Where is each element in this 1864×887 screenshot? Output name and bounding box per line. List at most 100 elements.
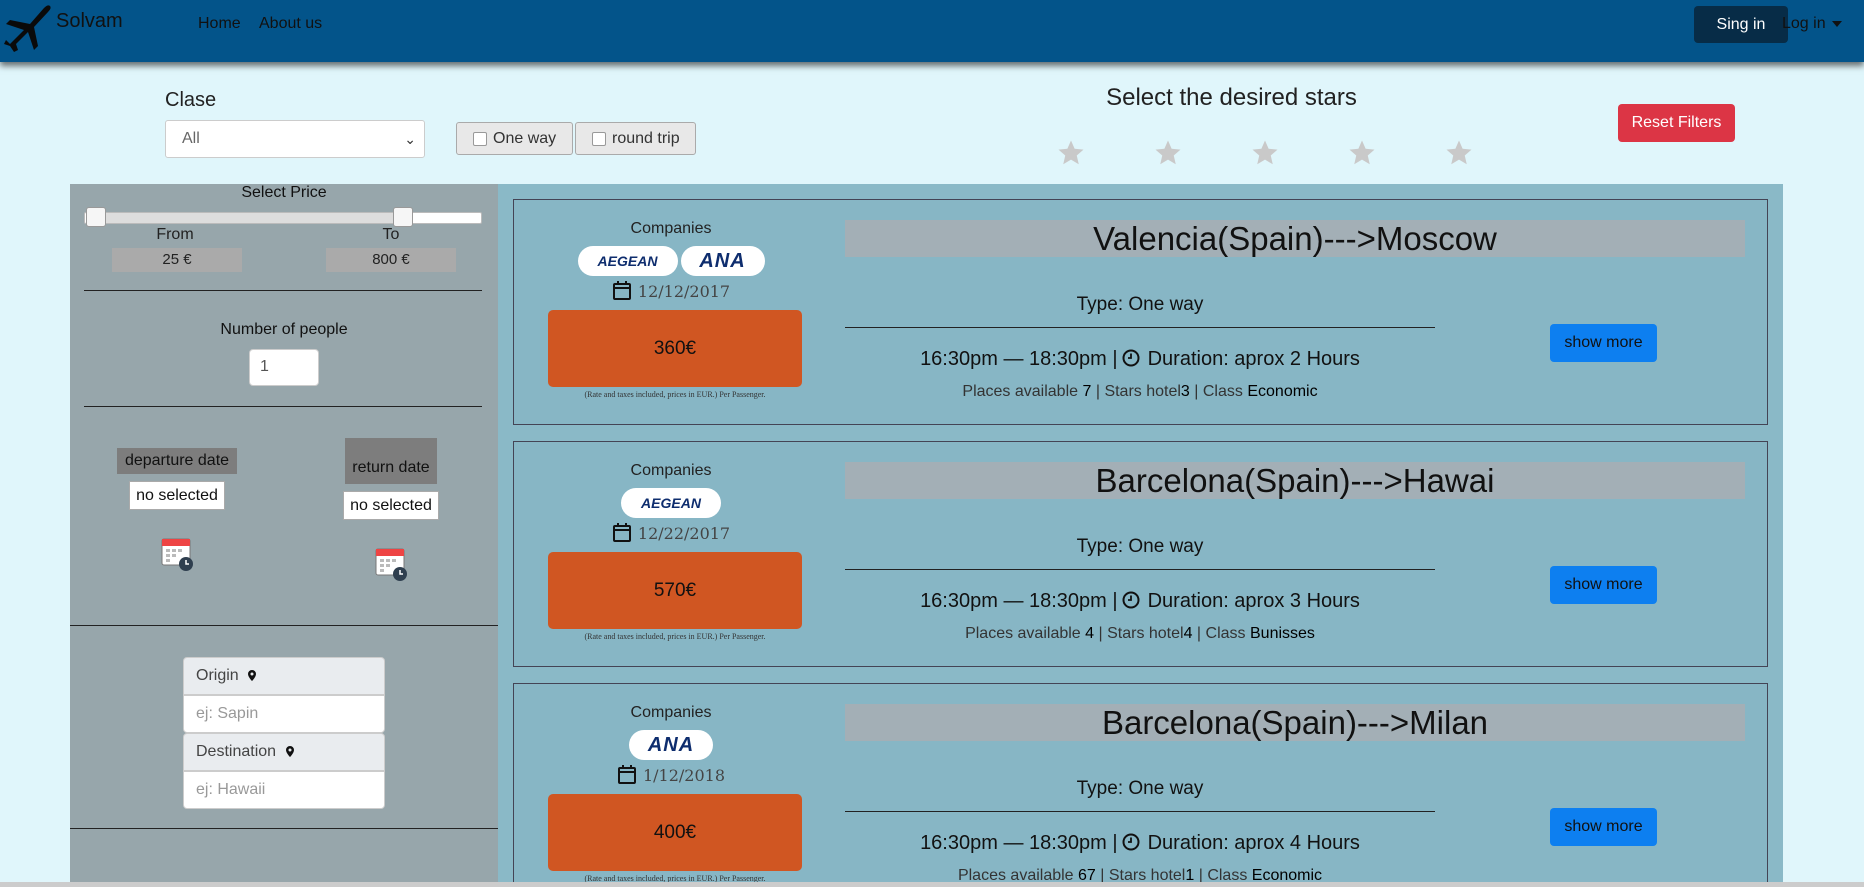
one-way-toggle[interactable]: One way <box>456 122 573 155</box>
reset-filters-button[interactable]: Reset Filters <box>1618 104 1735 142</box>
origin-label-text: Origin <box>196 667 239 684</box>
stars-label: Stars hotel <box>1107 625 1184 642</box>
places-value: 4 <box>1085 625 1095 642</box>
map-pin-icon <box>285 746 294 757</box>
divider <box>70 625 498 626</box>
chevron-down-icon <box>1831 20 1842 27</box>
clock-icon <box>1122 833 1140 851</box>
stars-value: 4 <box>1183 625 1193 642</box>
horizontal-scrollbar[interactable] <box>0 882 1864 887</box>
calendar-clock-icon[interactable] <box>160 534 196 572</box>
price-button[interactable]: 570€ <box>548 552 802 629</box>
people-label: Number of people <box>220 321 348 338</box>
flight-date: 12/22/2017 <box>548 522 794 543</box>
round-trip-checkbox[interactable] <box>592 131 606 146</box>
airplane-logo-icon[interactable] <box>2 0 62 52</box>
brand-name[interactable]: Solvam <box>56 10 123 33</box>
flight-card: Companies AEGEAN ANA 12/12/2017 360€ (Ra… <box>513 199 1768 425</box>
companies-label: Companies <box>630 462 712 479</box>
price-to-label: To <box>382 226 400 243</box>
stars-label: Stars hotel <box>1104 383 1181 400</box>
class-label: Class <box>1205 625 1246 642</box>
chevron-down-icon: ⌄ <box>404 131 416 147</box>
stars-title: Select the desired stars <box>1106 84 1357 111</box>
ana-logo-text: ANA <box>699 249 746 272</box>
clase-select[interactable]: All ⌄ <box>165 120 425 158</box>
ana-logo: ANA <box>629 730 713 760</box>
divider <box>84 290 482 291</box>
price-slider-range <box>97 213 407 223</box>
aegean-logo-text: AEGEAN <box>597 253 658 269</box>
flight-date-text: 12/12/2017 <box>637 282 731 301</box>
company-logos: AEGEAN ANA <box>548 246 794 276</box>
destination-label: Destination <box>183 733 385 771</box>
price-from-value: 25 € <box>112 248 242 272</box>
flight-card: Companies AEGEAN 12/22/2017 570€ (Rate a… <box>513 441 1768 667</box>
destination-input[interactable]: ej: Hawaii <box>183 771 385 809</box>
navbar: Solvam Home About us Sing in Log in <box>0 0 1864 62</box>
price-button[interactable]: 360€ <box>548 310 802 387</box>
nav-link-about[interactable]: About us <box>259 15 322 33</box>
nav-link-home[interactable]: Home <box>198 15 241 33</box>
star-icon[interactable] <box>1153 138 1183 168</box>
login-dropdown[interactable]: Log in <box>1782 15 1842 33</box>
duration: Duration: aprox 3 Hours <box>1147 590 1360 612</box>
star-icon[interactable] <box>1347 138 1377 168</box>
company-logos: ANA <box>548 730 794 760</box>
company-logos: AEGEAN <box>548 488 794 518</box>
price-to-value: 800 € <box>326 248 456 272</box>
clock-icon <box>1122 591 1140 609</box>
round-trip-toggle[interactable]: round trip <box>575 122 696 155</box>
show-more-button[interactable]: show more <box>1550 808 1657 846</box>
origin-input[interactable]: ej: Sapin <box>183 695 385 733</box>
flight-date-text: 1/12/2018 <box>642 766 726 785</box>
price-button[interactable]: 400€ <box>548 794 802 871</box>
aegean-logo: AEGEAN <box>621 488 721 518</box>
one-way-checkbox[interactable] <box>473 131 487 146</box>
flight-results: Companies AEGEAN ANA 12/12/2017 360€ (Ra… <box>498 184 1783 887</box>
round-trip-label: round trip <box>612 129 680 147</box>
calendar-clock-icon[interactable] <box>374 544 410 582</box>
clase-select-value: All <box>182 130 200 147</box>
flight-type: Type: One way <box>1076 536 1204 557</box>
price-slider-max-handle[interactable] <box>393 207 413 227</box>
star-icon[interactable] <box>1444 138 1474 168</box>
flight-times: 16:30pm — 18:30pm | Duration: aprox 3 Hou… <box>845 590 1435 613</box>
rate-note: (Rate and taxes included, prices in EUR.… <box>584 632 766 641</box>
aegean-logo: AEGEAN <box>577 246 678 276</box>
duration: Duration: aprox 2 Hours <box>1147 348 1360 370</box>
people-input[interactable]: 1 <box>249 349 319 386</box>
companies-label: Companies <box>630 704 712 721</box>
places-value: 7 <box>1082 383 1092 400</box>
ana-logo: ANA <box>680 246 765 276</box>
route-title: Barcelona(Spain)--->Hawai <box>845 462 1745 499</box>
origin-label: Origin <box>183 657 385 695</box>
flight-type: Type: One way <box>1076 294 1204 315</box>
price-slider-min-handle[interactable] <box>86 207 106 227</box>
flight-card: Companies ANA 1/12/2018 400€ (Rate and t… <box>513 683 1768 887</box>
price-from-label: From <box>156 226 194 243</box>
flight-times: 16:30pm — 18:30pm | Duration: aprox 2 Hou… <box>845 348 1435 371</box>
route-title: Valencia(Spain)--->Moscow <box>845 220 1745 257</box>
show-more-button[interactable]: show more <box>1550 566 1657 604</box>
price-slider[interactable] <box>84 212 482 224</box>
departure-date-label: departure date <box>117 448 237 474</box>
divider <box>845 327 1435 328</box>
departure-date-value[interactable]: no selected <box>129 481 225 510</box>
show-more-button[interactable]: show more <box>1550 324 1657 362</box>
divider <box>84 406 482 407</box>
login-label: Log in <box>1782 15 1826 32</box>
star-icon[interactable] <box>1056 138 1086 168</box>
one-way-label: One way <box>493 129 557 147</box>
class-value: Economic <box>1247 383 1318 400</box>
calendar-icon <box>617 765 636 784</box>
flight-type: Type: One way <box>1076 778 1204 799</box>
class-value: Bunisses <box>1250 625 1315 642</box>
clock-icon <box>1122 349 1140 367</box>
return-date-label: return date <box>345 438 437 484</box>
calendar-icon <box>612 523 631 542</box>
star-icon[interactable] <box>1250 138 1280 168</box>
duration: Duration: aprox 4 Hours <box>1147 832 1360 854</box>
return-date-value[interactable]: no selected <box>343 491 439 520</box>
sign-in-button[interactable]: Sing in <box>1694 6 1788 43</box>
